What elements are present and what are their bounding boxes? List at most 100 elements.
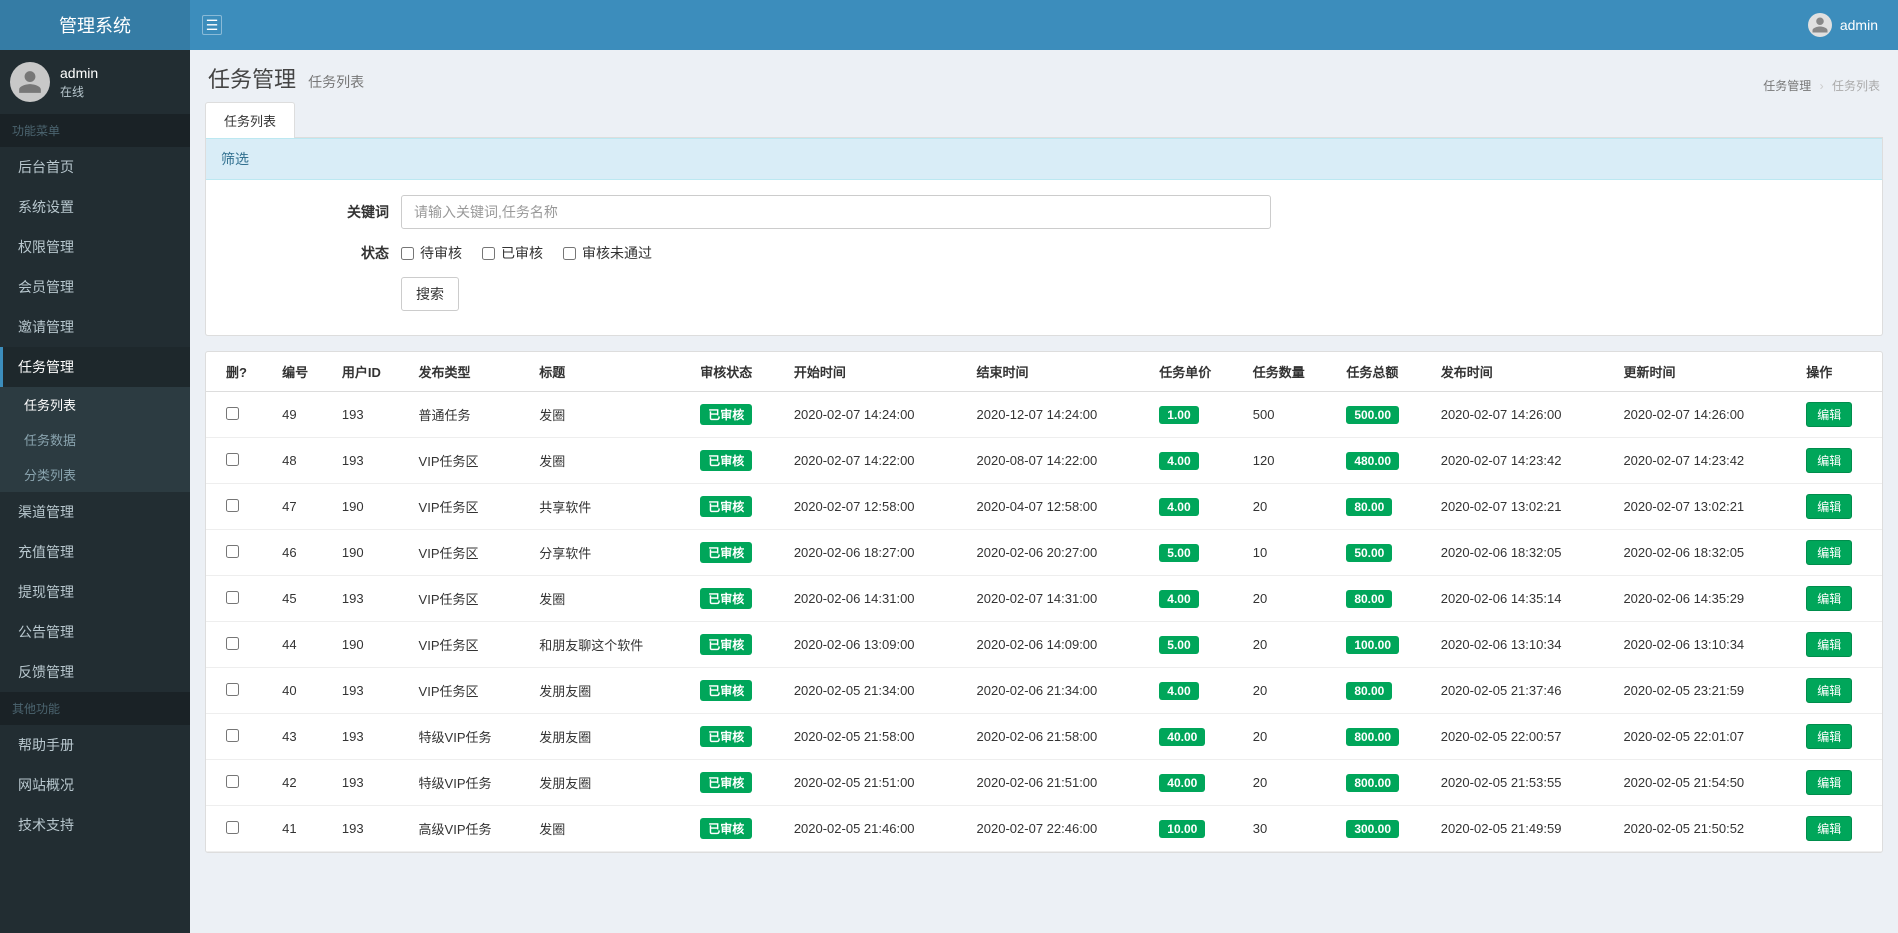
cell-title: 发朋友圈 <box>529 760 690 806</box>
edit-button[interactable]: 编辑 <box>1806 770 1852 795</box>
cell-end: 2020-04-07 12:58:00 <box>967 484 1150 530</box>
cell-pub: 2020-02-07 13:02:21 <box>1431 484 1614 530</box>
price-badge: 4.00 <box>1159 452 1198 470</box>
cell-type: VIP任务区 <box>409 438 530 484</box>
status-badge: 已审核 <box>700 542 752 563</box>
cell-uid: 193 <box>332 392 409 438</box>
cell-end: 2020-08-07 14:22:00 <box>967 438 1150 484</box>
row-checkbox[interactable] <box>226 637 239 650</box>
edit-button[interactable]: 编辑 <box>1806 678 1852 703</box>
sidebar-item-members[interactable]: 会员管理 <box>0 267 190 307</box>
edit-button[interactable]: 编辑 <box>1806 540 1852 565</box>
sidebar-subitem-task-data[interactable]: 任务数据 <box>0 422 190 457</box>
cell-end: 2020-02-07 14:31:00 <box>967 576 1150 622</box>
table-header: 任务总额 <box>1336 352 1430 392</box>
sidebar-item-recharge[interactable]: 充值管理 <box>0 532 190 572</box>
cell-type: 特级VIP任务 <box>409 760 530 806</box>
user-avatar-icon <box>10 62 50 102</box>
cell-qty: 20 <box>1243 668 1337 714</box>
cell-uid: 193 <box>332 714 409 760</box>
breadcrumb-item[interactable]: 任务管理 <box>1763 79 1811 93</box>
status-option-pending[interactable]: 待审核 <box>401 243 462 263</box>
sidebar-item-announce[interactable]: 公告管理 <box>0 612 190 652</box>
cell-id: 46 <box>272 530 332 576</box>
status-option-approved[interactable]: 已审核 <box>482 243 543 263</box>
cell-type: VIP任务区 <box>409 530 530 576</box>
sidebar-toggle-icon[interactable]: ☰ <box>202 15 222 35</box>
price-badge: 40.00 <box>1159 728 1205 746</box>
edit-button[interactable]: 编辑 <box>1806 816 1852 841</box>
row-checkbox[interactable] <box>226 591 239 604</box>
filter-heading: 筛选 <box>206 138 1882 180</box>
total-badge: 800.00 <box>1346 728 1399 746</box>
status-badge: 已审核 <box>700 450 752 471</box>
row-checkbox[interactable] <box>226 499 239 512</box>
sidebar-item-invites[interactable]: 邀请管理 <box>0 307 190 347</box>
table-header: 结束时间 <box>967 352 1150 392</box>
header-user[interactable]: admin <box>1808 13 1898 37</box>
tab-task-list[interactable]: 任务列表 <box>205 102 295 138</box>
cell-id: 43 <box>272 714 332 760</box>
brand-logo[interactable]: 管理系统 <box>0 0 190 50</box>
sidebar-item-help[interactable]: 帮助手册 <box>0 725 190 765</box>
table-row: 42193特级VIP任务发朋友圈已审核2020-02-05 21:51:0020… <box>206 760 1882 806</box>
cell-title: 发圈 <box>529 806 690 852</box>
edit-button[interactable]: 编辑 <box>1806 724 1852 749</box>
sidebar-item-permissions[interactable]: 权限管理 <box>0 227 190 267</box>
status-checkbox[interactable] <box>563 247 576 260</box>
status-checkbox[interactable] <box>482 247 495 260</box>
edit-button[interactable]: 编辑 <box>1806 632 1852 657</box>
cell-upd: 2020-02-05 22:01:07 <box>1613 714 1796 760</box>
row-checkbox[interactable] <box>226 683 239 696</box>
cell-upd: 2020-02-05 21:54:50 <box>1613 760 1796 806</box>
cell-title: 发朋友圈 <box>529 668 690 714</box>
sidebar-subitem-category-list[interactable]: 分类列表 <box>0 457 190 492</box>
status-option-rejected[interactable]: 审核未通过 <box>563 243 652 263</box>
cell-title: 分享软件 <box>529 530 690 576</box>
edit-button[interactable]: 编辑 <box>1806 448 1852 473</box>
row-checkbox[interactable] <box>226 545 239 558</box>
content-header: 任务管理 任务列表 任务管理 › 任务列表 <box>190 50 1898 102</box>
edit-button[interactable]: 编辑 <box>1806 402 1852 427</box>
sidebar-item-support[interactable]: 技术支持 <box>0 805 190 845</box>
sidebar-subitem-task-list[interactable]: 任务列表 <box>0 387 190 422</box>
sidebar-item-channel[interactable]: 渠道管理 <box>0 492 190 532</box>
sidebar-item-withdraw[interactable]: 提现管理 <box>0 572 190 612</box>
status-checkbox[interactable] <box>401 247 414 260</box>
cell-title: 发圈 <box>529 576 690 622</box>
row-checkbox[interactable] <box>226 775 239 788</box>
keyword-input[interactable] <box>401 195 1271 229</box>
cell-qty: 20 <box>1243 622 1337 668</box>
status-badge: 已审核 <box>700 496 752 517</box>
price-badge: 5.00 <box>1159 544 1198 562</box>
sidebar-item-site-info[interactable]: 网站概况 <box>0 765 190 805</box>
cell-id: 42 <box>272 760 332 806</box>
table-header: 删? <box>206 352 272 392</box>
price-badge: 10.00 <box>1159 820 1205 838</box>
sidebar-item-tasks[interactable]: 任务管理 <box>0 347 190 387</box>
cell-uid: 190 <box>332 530 409 576</box>
header-username: admin <box>1840 17 1878 33</box>
row-checkbox[interactable] <box>226 453 239 466</box>
cell-id: 45 <box>272 576 332 622</box>
cell-type: VIP任务区 <box>409 576 530 622</box>
cell-upd: 2020-02-05 23:21:59 <box>1613 668 1796 714</box>
edit-button[interactable]: 编辑 <box>1806 494 1852 519</box>
cell-end: 2020-02-06 14:09:00 <box>967 622 1150 668</box>
table-row: 45193VIP任务区发圈已审核2020-02-06 14:31:002020-… <box>206 576 1882 622</box>
table-header: 开始时间 <box>784 352 967 392</box>
edit-button[interactable]: 编辑 <box>1806 586 1852 611</box>
sidebar-item-system[interactable]: 系统设置 <box>0 187 190 227</box>
sidebar-item-feedback[interactable]: 反馈管理 <box>0 652 190 692</box>
total-badge: 300.00 <box>1346 820 1399 838</box>
search-button[interactable]: 搜索 <box>401 277 459 311</box>
cell-uid: 193 <box>332 760 409 806</box>
row-checkbox[interactable] <box>226 821 239 834</box>
cell-start: 2020-02-07 14:24:00 <box>784 392 967 438</box>
row-checkbox[interactable] <box>226 729 239 742</box>
sidebar-item-home[interactable]: 后台首页 <box>0 147 190 187</box>
row-checkbox[interactable] <box>226 407 239 420</box>
table-header: 标题 <box>529 352 690 392</box>
status-badge: 已审核 <box>700 404 752 425</box>
cell-upd: 2020-02-05 21:50:52 <box>1613 806 1796 852</box>
